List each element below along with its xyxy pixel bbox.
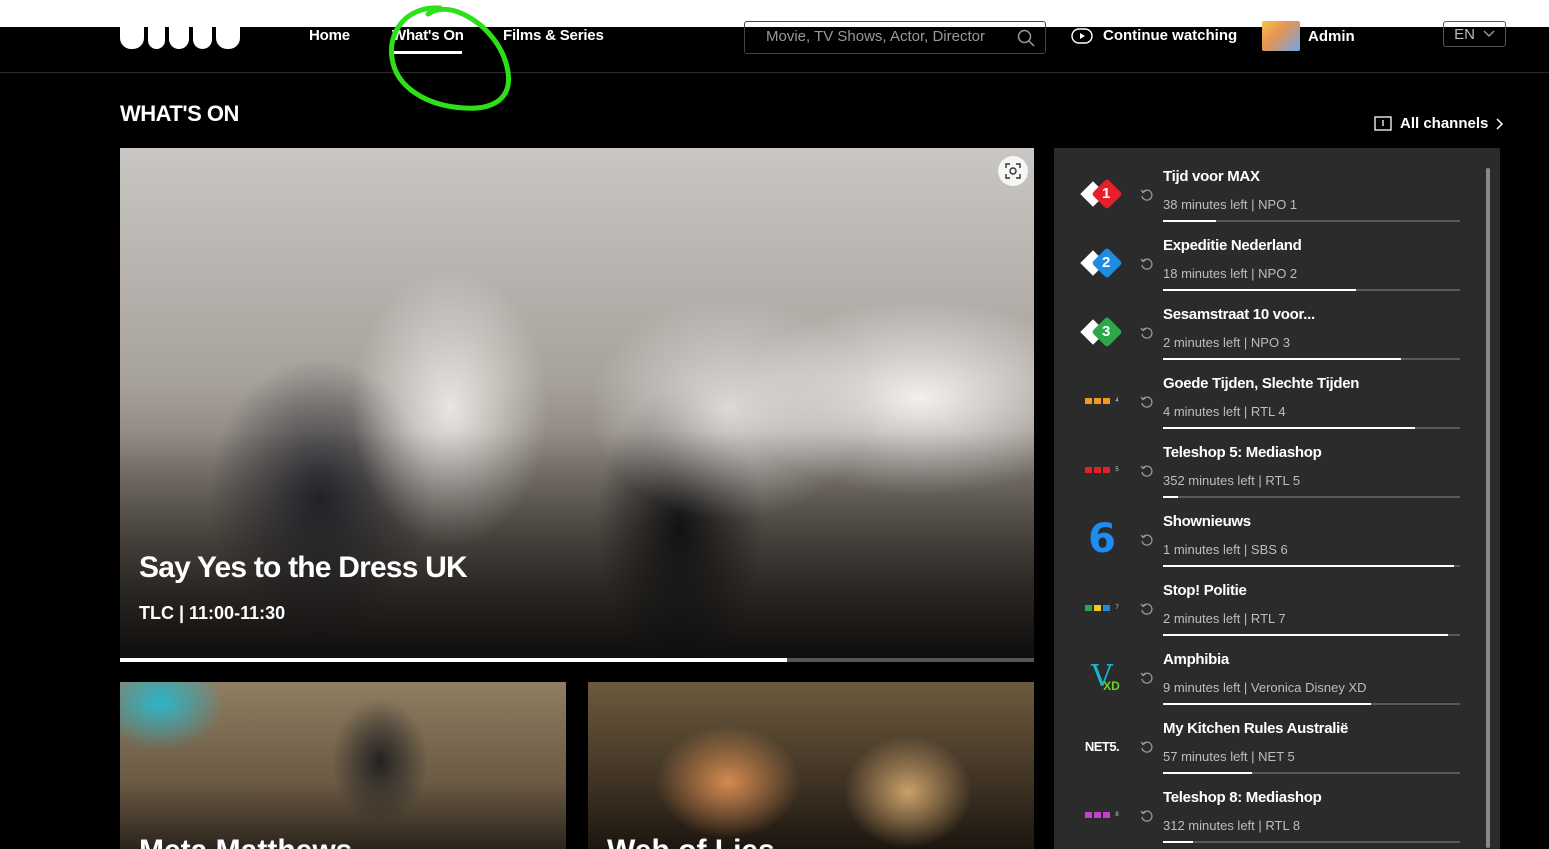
program-progress-bar — [1163, 841, 1460, 843]
channel-row-veronica-disney-xd[interactable]: V XD Amphibia 9 minutes left | Veronica D… — [1054, 631, 1474, 705]
program-meta: 2 minutes left | NPO 3 — [1163, 335, 1290, 350]
program-meta: 4 minutes left | RTL 4 — [1163, 404, 1286, 419]
hero-program-card[interactable]: Say Yes to the Dress UK TLC | 11:00-11:3… — [120, 148, 1034, 662]
program-card[interactable]: Web of Lies — [588, 682, 1034, 849]
channel-row-rtl4[interactable]: 4 Goede Tijden, Slechte Tijden 4 minutes… — [1054, 355, 1474, 429]
search-icon[interactable] — [1017, 29, 1035, 47]
program-title: Goede Tijden, Slechte Tijden — [1163, 375, 1360, 392]
all-channels-link[interactable]: All channels — [1374, 115, 1504, 132]
replay-icon[interactable] — [1140, 464, 1154, 478]
active-tab-underline — [392, 51, 462, 54]
brand-logo[interactable] — [120, 27, 240, 49]
page-title: WHAT'S ON — [120, 101, 239, 126]
replay-icon[interactable] — [1140, 671, 1154, 685]
channel-row-sbs6[interactable]: 6 Shownieuws 1 minutes left | SBS 6 — [1054, 493, 1474, 567]
program-meta: 352 minutes left | RTL 5 — [1163, 473, 1301, 488]
search-box[interactable] — [744, 21, 1046, 54]
channel-row-rtl7[interactable]: 7 Stop! Politie 2 minutes left | RTL 7 — [1054, 562, 1474, 636]
channel-row-net5[interactable]: NET5. My Kitchen Rules Australië 57 minu… — [1054, 700, 1474, 774]
program-title: Expeditie Nederland — [1163, 237, 1302, 254]
chevron-right-icon — [1496, 117, 1504, 130]
nav-whats-on-label: What's On — [392, 27, 464, 44]
replay-icon[interactable] — [1140, 395, 1154, 409]
continue-watching-label: Continue watching — [1103, 27, 1238, 44]
nav-whats-on-link[interactable]: What's On — [392, 27, 464, 54]
guide-icon — [1374, 115, 1392, 131]
nav-films-series-link[interactable]: Films & Series — [503, 27, 604, 44]
program-title: My Kitchen Rules Australië — [1163, 720, 1349, 737]
channel-list-scrollbar[interactable] — [1486, 168, 1490, 848]
program-title: Stop! Politie — [1163, 582, 1247, 599]
rtl4-logo: 4 — [1080, 385, 1124, 417]
net5-logo: NET5. — [1084, 738, 1120, 754]
all-channels-label: All channels — [1400, 115, 1489, 132]
hero-progress-fill — [120, 658, 788, 662]
channel-list-panel: 1 Tijd voor MAX 38 minutes left | NPO 1 … — [1054, 148, 1500, 849]
veronica-disney-xd-logo: V XD — [1091, 659, 1120, 694]
rtl5-logo: 5 — [1080, 454, 1124, 486]
hero-title: Say Yes to the Dress UK — [139, 551, 468, 584]
replay-icon[interactable] — [1140, 809, 1154, 823]
hero-progress-bar — [120, 658, 1034, 662]
program-card-title: Meta Matthews — [139, 834, 352, 849]
rtl8-logo: 8 — [1080, 799, 1124, 831]
npo1-logo: 1 — [1080, 178, 1124, 210]
top-navbar: Home What's On Films & Series Continue w… — [0, 21, 1549, 73]
zoom-button[interactable] — [998, 156, 1028, 186]
rtl7-logo: 7 — [1080, 592, 1124, 624]
avatar — [1262, 21, 1300, 51]
program-card[interactable]: Meta Matthews — [120, 682, 566, 849]
program-title: Sesamstraat 10 voor... — [1163, 306, 1315, 323]
search-input[interactable] — [766, 28, 1006, 45]
program-title: Teleshop 5: Mediashop — [1163, 444, 1322, 461]
replay-icon[interactable] — [1140, 326, 1154, 340]
channel-row-rtl8[interactable]: 8 Teleshop 8: Mediashop 312 minutes left… — [1054, 769, 1474, 843]
replay-icon[interactable] — [1140, 602, 1154, 616]
replay-icon[interactable] — [1140, 188, 1154, 202]
channel-row-npo2[interactable]: 2 Expeditie Nederland 18 minutes left | … — [1054, 217, 1474, 291]
replay-icon[interactable] — [1140, 257, 1154, 271]
program-meta: 312 minutes left | RTL 8 — [1163, 818, 1301, 833]
program-title: Shownieuws — [1163, 513, 1251, 530]
language-select[interactable]: EN — [1443, 21, 1506, 47]
sbs6-logo: 6 — [1088, 516, 1116, 562]
program-meta: 9 minutes left | Veronica Disney XD — [1163, 680, 1367, 695]
replay-icon[interactable] — [1140, 740, 1154, 754]
chevron-down-icon — [1483, 30, 1495, 37]
user-name: Admin — [1308, 27, 1355, 45]
channel-row-rtl5[interactable]: 5 Teleshop 5: Mediashop 352 minutes left… — [1054, 424, 1474, 498]
language-value: EN — [1454, 25, 1475, 43]
program-meta: 57 minutes left | NET 5 — [1163, 749, 1295, 764]
program-card-title: Web of Lies — [607, 834, 775, 849]
user-menu[interactable]: Admin — [1262, 21, 1355, 51]
program-progress-fill — [1163, 841, 1193, 843]
program-meta: 2 minutes left | RTL 7 — [1163, 611, 1286, 626]
program-title: Tijd voor MAX — [1163, 168, 1260, 185]
program-meta: 1 minutes left | SBS 6 — [1163, 542, 1288, 557]
scan-icon — [1005, 163, 1021, 179]
program-title: Teleshop 8: Mediashop — [1163, 789, 1322, 806]
hero-meta: TLC | 11:00-11:30 — [139, 603, 286, 623]
channel-row-npo3[interactable]: 3 Sesamstraat 10 voor... 2 minutes left … — [1054, 286, 1474, 360]
program-meta: 38 minutes left | NPO 1 — [1163, 197, 1298, 212]
channel-row-npo1[interactable]: 1 Tijd voor MAX 38 minutes left | NPO 1 — [1054, 148, 1474, 222]
replay-icon[interactable] — [1140, 533, 1154, 547]
play-circle-icon — [1071, 27, 1093, 44]
program-title: Amphibia — [1163, 651, 1229, 668]
continue-watching-button[interactable]: Continue watching — [1071, 27, 1237, 44]
nav-home-link[interactable]: Home — [309, 27, 350, 44]
npo3-logo: 3 — [1080, 316, 1124, 348]
program-meta: 18 minutes left | NPO 2 — [1163, 266, 1298, 281]
npo2-logo: 2 — [1080, 247, 1124, 279]
